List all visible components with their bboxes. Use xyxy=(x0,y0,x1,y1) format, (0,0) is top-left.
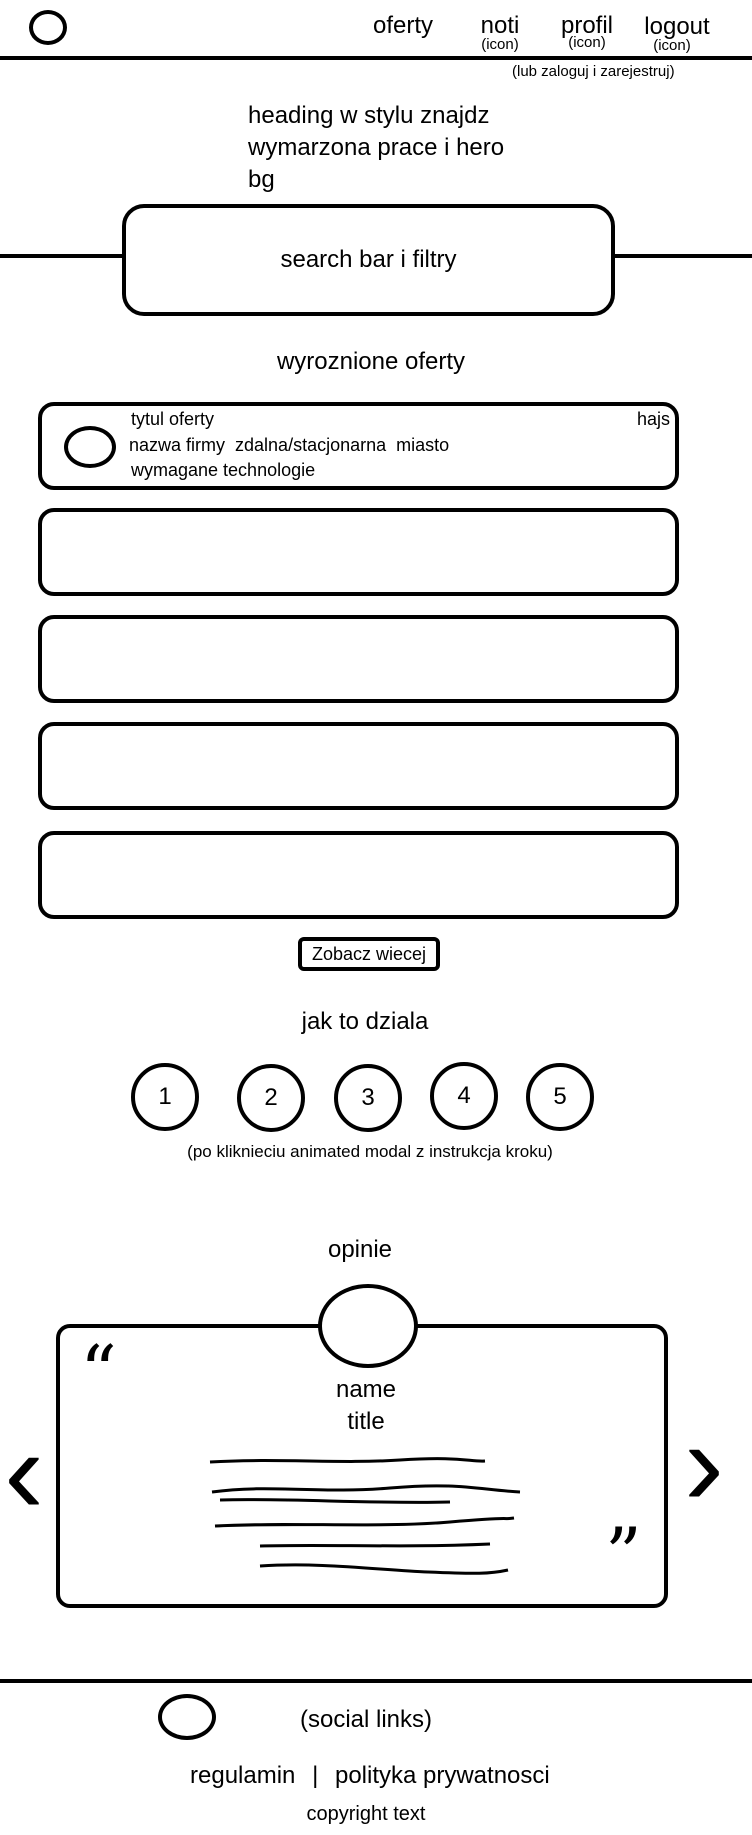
footer-separator: | xyxy=(312,1762,319,1789)
offer-tech: wymagane technologie xyxy=(131,460,316,480)
copyright-text: copyright text xyxy=(306,1803,426,1825)
hero-heading: heading w stylu znajdz wymarzona prace i… xyxy=(248,100,504,196)
step-3-button[interactable]: 3 xyxy=(334,1064,402,1132)
company-logo-icon xyxy=(64,426,116,468)
search-bar-label: search bar i filtry xyxy=(280,246,457,273)
hero-heading-line: heading w stylu znajdz xyxy=(248,102,490,129)
featured-title: wyroznione oferty xyxy=(276,348,466,375)
testimonial-avatar xyxy=(318,1284,418,1368)
footer-logo-icon[interactable] xyxy=(158,1694,216,1740)
regulamin-link[interactable]: regulamin xyxy=(190,1762,295,1789)
quote-open-icon: “ xyxy=(80,1330,117,1414)
offer-salary: hajs xyxy=(637,409,671,429)
footer-divider xyxy=(0,1679,752,1683)
testimonial-title: title xyxy=(347,1408,385,1435)
header-divider xyxy=(0,56,752,60)
hero-line-right xyxy=(612,254,752,258)
offer-card[interactable] xyxy=(38,508,679,596)
profil-icon[interactable]: (icon) xyxy=(555,35,619,50)
social-links[interactable]: (social links) xyxy=(300,1708,432,1732)
how-it-works-note: (po kliknieciu animated modal z instrukc… xyxy=(187,1142,553,1161)
offer-card[interactable] xyxy=(38,615,679,703)
testimonial-text-scribble xyxy=(209,1457,521,1575)
logout-icon[interactable]: (icon) xyxy=(637,38,707,53)
step-2-button[interactable]: 2 xyxy=(237,1064,305,1132)
see-more-button[interactable]: Zobacz wiecej xyxy=(298,937,440,971)
logo-icon[interactable] xyxy=(29,10,67,45)
search-bar[interactable]: search bar i filtry xyxy=(122,204,615,316)
step-1-button[interactable]: 1 xyxy=(131,1063,199,1131)
offer-card[interactable] xyxy=(38,831,679,919)
nav-oferty-link[interactable]: oferty xyxy=(362,14,444,38)
offer-card[interactable]: tytul oferty hajs nazwa firmy zdalna/sta… xyxy=(38,402,679,490)
footer-links: regulamin | polityka prywatnosci xyxy=(190,1764,550,1788)
hero-line-left xyxy=(0,254,126,258)
see-more-label: Zobacz wiecej xyxy=(311,943,427,964)
offer-card[interactable] xyxy=(38,722,679,810)
offer-details: nazwa firmy zdalna/stacjonarna miasto xyxy=(129,435,450,455)
step-4-button[interactable]: 4 xyxy=(430,1062,498,1130)
how-it-works-title: jak to dziala xyxy=(301,1008,429,1035)
privacy-link[interactable]: polityka prywatnosci xyxy=(335,1762,550,1789)
quote-close-icon: ” xyxy=(605,1512,642,1596)
hero-heading-line: wymarzona prace i hero xyxy=(248,134,505,161)
auth-note[interactable]: (lub zaloguj i zarejestruj) xyxy=(512,64,675,79)
noti-icon[interactable]: (icon) xyxy=(470,37,530,52)
hero-heading-line: bg xyxy=(248,166,275,193)
testimonial-name: name xyxy=(335,1376,397,1403)
step-5-button[interactable]: 5 xyxy=(526,1063,594,1131)
nav-logout-link[interactable]: logout xyxy=(637,15,717,39)
carousel-next-icon[interactable]: › xyxy=(684,1404,724,1524)
nav-noti-link[interactable]: noti xyxy=(470,14,530,38)
opinions-title: opinie xyxy=(327,1236,393,1263)
carousel-prev-icon[interactable]: ‹ xyxy=(4,1412,44,1532)
offer-title: tytul oferty xyxy=(131,409,215,429)
